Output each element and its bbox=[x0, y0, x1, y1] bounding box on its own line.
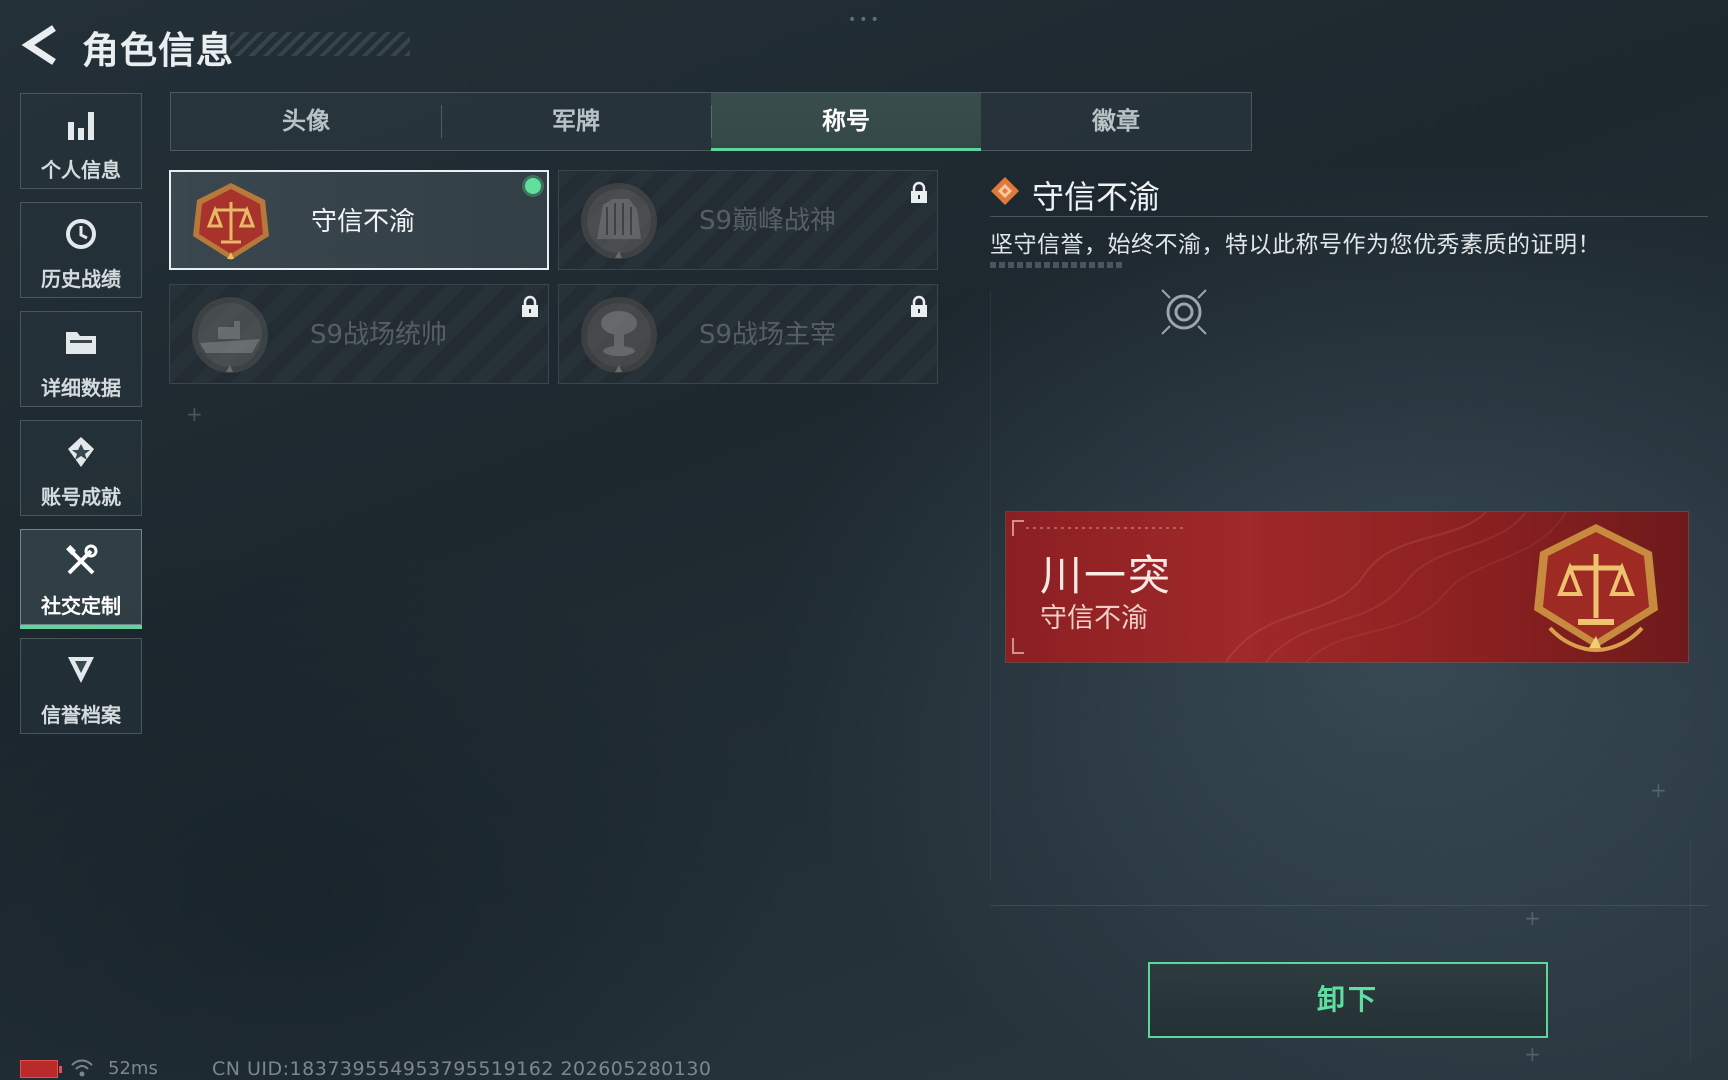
tab-title[interactable]: 称号 bbox=[711, 93, 981, 151]
lock-icon bbox=[522, 295, 538, 317]
sidebar-item-label: 账号成就 bbox=[41, 485, 121, 509]
ping-text: 52ms bbox=[108, 1058, 158, 1079]
sidebar-item-label: 社交定制 bbox=[41, 594, 121, 618]
preview-title: 守信不渝 bbox=[1040, 603, 1148, 634]
sidebar-item-detail-data[interactable]: 详细数据 bbox=[20, 311, 142, 407]
sidebar-item-achievements[interactable]: 账号成就 bbox=[20, 420, 142, 516]
divider bbox=[1690, 840, 1691, 1060]
title-card-label: S9巅峰战神 bbox=[699, 206, 837, 236]
credit-shield-icon bbox=[21, 653, 141, 689]
scales-medal-icon bbox=[1534, 524, 1658, 653]
detail-description: 坚守信誉，始终不渝，特以此称号作为您优秀素质的证明！ bbox=[990, 232, 1601, 258]
title-card-label: S9战场主宰 bbox=[699, 320, 837, 350]
corner-bracket bbox=[1012, 638, 1024, 654]
title-card-label: S9战场统帅 bbox=[310, 320, 448, 350]
crosshair-mark: + bbox=[1524, 906, 1541, 930]
uid-text: CN UID:1837395549537955191​62 2026052801… bbox=[212, 1058, 712, 1080]
detail-title: 守信不渝 bbox=[1032, 178, 1161, 216]
corner-bracket bbox=[1012, 520, 1024, 536]
view-target-icon[interactable] bbox=[1156, 284, 1212, 340]
diamond-title-icon bbox=[991, 177, 1019, 205]
history-clock-icon bbox=[21, 217, 141, 253]
title-decoration bbox=[230, 32, 410, 56]
folder-icon bbox=[21, 326, 141, 362]
detail-subtext-decoration bbox=[990, 262, 1125, 268]
bar-chart-icon bbox=[21, 108, 141, 144]
player-name: 川一突 bbox=[1040, 551, 1173, 600]
tools-icon bbox=[21, 544, 141, 580]
tab-avatar[interactable]: 头像 bbox=[171, 93, 441, 150]
equipped-indicator bbox=[525, 178, 541, 194]
title-card-s9-dominator[interactable]: S9战场主宰 bbox=[558, 284, 938, 384]
back-button[interactable] bbox=[20, 24, 60, 66]
divider bbox=[990, 290, 991, 880]
back-arrow-icon bbox=[21, 25, 56, 65]
sidebar-item-label: 信誉档案 bbox=[41, 703, 121, 727]
achievement-badge-icon bbox=[21, 435, 141, 471]
sidebar-item-history[interactable]: 历史战绩 bbox=[20, 202, 142, 298]
lock-icon bbox=[911, 181, 927, 203]
fortress-medal-icon bbox=[581, 183, 657, 259]
lock-icon bbox=[911, 295, 927, 317]
sidebar-item-label: 详细数据 bbox=[41, 376, 121, 400]
crosshair-mark: + bbox=[186, 402, 203, 426]
page-title: 角色信息 bbox=[82, 29, 234, 72]
sidebar-item-social-custom[interactable]: 社交定制 bbox=[20, 529, 142, 629]
title-card-s9-commander[interactable]: S9战场统帅 bbox=[169, 284, 549, 384]
mushroom-cloud-medal-icon bbox=[581, 297, 657, 373]
battery-icon bbox=[20, 1060, 62, 1078]
warship-medal-icon bbox=[192, 297, 268, 373]
divider bbox=[990, 216, 1708, 217]
divider bbox=[990, 905, 1708, 906]
sidebar-item-label: 个人信息 bbox=[41, 158, 121, 182]
sidebar-item-personal-info[interactable]: 个人信息 bbox=[20, 93, 142, 189]
crosshair-mark: + bbox=[1524, 1042, 1541, 1066]
sidebar-item-label: 历史战绩 bbox=[41, 267, 121, 291]
tab-badge[interactable]: 徽章 bbox=[981, 93, 1251, 150]
scales-medal-icon bbox=[193, 183, 269, 260]
title-preview-banner: 川一突 守信不渝 bbox=[1006, 512, 1688, 662]
more-dots-icon: ••• bbox=[848, 12, 882, 28]
title-card-s9-peak[interactable]: S9巅峰战神 bbox=[558, 170, 938, 270]
unequip-button[interactable]: 卸下 bbox=[1148, 962, 1548, 1038]
title-card-honest[interactable]: 守信不渝 bbox=[169, 170, 549, 270]
wifi-icon bbox=[71, 1059, 93, 1077]
sidebar-item-credit-record[interactable]: 信誉档案 bbox=[20, 638, 142, 734]
tab-bar: 头像 军牌 称号 徽章 bbox=[170, 92, 1252, 151]
crosshair-mark: + bbox=[1650, 778, 1667, 802]
title-card-label: 守信不渝 bbox=[311, 207, 416, 237]
tab-dog-tag[interactable]: 军牌 bbox=[441, 93, 711, 150]
